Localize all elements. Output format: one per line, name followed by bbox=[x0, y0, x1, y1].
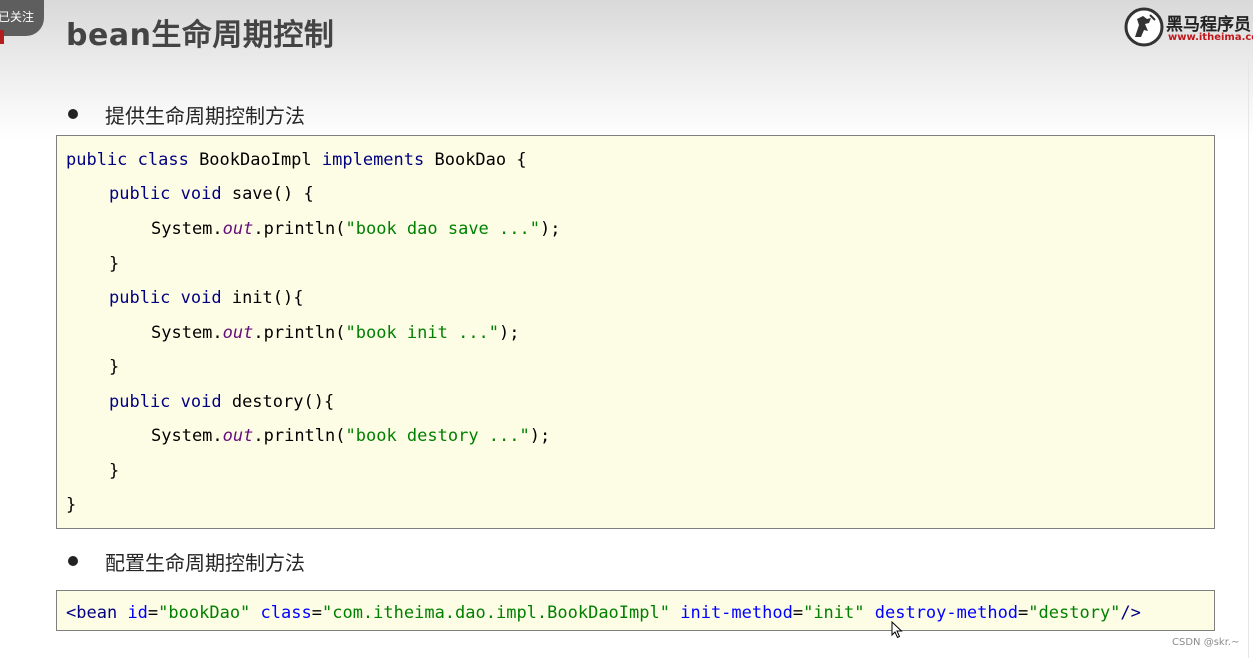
code-string: "book destory ..." bbox=[345, 426, 530, 446]
code-text: System. bbox=[151, 426, 223, 446]
red-tab-marker bbox=[0, 30, 4, 44]
code-line-close-brace: } bbox=[109, 254, 120, 274]
code-string: "book dao save ..." bbox=[345, 219, 540, 239]
java-code-block: public class BookDaoImpl implements Book… bbox=[56, 135, 1215, 529]
code-text: BookDaoImpl bbox=[188, 150, 322, 170]
bullet-provide-methods: 提供生命周期控制方法 bbox=[105, 104, 305, 128]
code-line-class-close: } bbox=[66, 495, 77, 515]
code-keyword: public void bbox=[109, 288, 222, 308]
xml-tag-close: /> bbox=[1120, 603, 1141, 623]
xml-config-block: <bean id="bookDao" class="com.itheima.da… bbox=[56, 590, 1215, 631]
code-text: .println( bbox=[253, 323, 346, 343]
code-field: out bbox=[222, 323, 254, 343]
xml-attr: class bbox=[260, 603, 312, 623]
xml-attr: init-method bbox=[680, 603, 793, 623]
follow-badge[interactable]: 已关注 bbox=[0, 0, 44, 36]
logo-url: www.itheima.com bbox=[1168, 32, 1253, 43]
code-text: BookDao { bbox=[424, 150, 527, 170]
code-line-close-brace: } bbox=[109, 357, 120, 377]
code-text: destory(){ bbox=[221, 392, 335, 412]
code-keyword: public void bbox=[109, 392, 222, 412]
itheima-logo: 黑马程序员 www.itheima.com bbox=[1124, 6, 1253, 48]
xml-value: "com.itheima.dao.impl.BookDaoImpl" bbox=[321, 603, 670, 623]
code-text: ); bbox=[499, 323, 520, 343]
code-text: System. bbox=[151, 219, 223, 239]
code-keyword: public void bbox=[109, 184, 222, 204]
xml-bean-line: <bean id="bookDao" class="com.itheima.da… bbox=[66, 603, 1141, 623]
xml-attr: id bbox=[127, 603, 148, 623]
bullet-configure-methods: 配置生命周期控制方法 bbox=[105, 551, 305, 575]
code-line-save-decl: public void save() { bbox=[109, 184, 314, 204]
itheima-horse-logo-icon bbox=[1124, 7, 1164, 47]
mouse-cursor-icon bbox=[891, 621, 903, 639]
code-field: out bbox=[222, 219, 254, 239]
code-line-close-brace: } bbox=[109, 461, 120, 481]
code-text: System. bbox=[151, 323, 223, 343]
xml-value: "destory" bbox=[1028, 603, 1121, 623]
xml-attr: destroy-method bbox=[874, 603, 1019, 623]
code-keyword: implements bbox=[321, 150, 425, 170]
scrollbar-edge bbox=[1248, 60, 1249, 658]
code-line-destory-body: System.out.println("book destory ..."); bbox=[151, 426, 550, 446]
page-title: bean生命周期控制 bbox=[66, 18, 335, 53]
code-text: .println( bbox=[253, 219, 346, 239]
code-text: init(){ bbox=[221, 288, 304, 308]
bullet-dot bbox=[68, 556, 78, 566]
code-text: .println( bbox=[253, 426, 346, 446]
xml-value: "init" bbox=[803, 603, 865, 623]
code-keyword: public class bbox=[66, 150, 189, 170]
code-line-save-body: System.out.println("book dao save ..."); bbox=[151, 219, 560, 239]
csdn-watermark: CSDN @skr.~ bbox=[1172, 637, 1240, 648]
code-text: ); bbox=[539, 219, 561, 239]
code-text: ); bbox=[529, 426, 551, 446]
bullet-dot bbox=[68, 109, 78, 119]
xml-tag-open: <bean bbox=[66, 603, 118, 623]
code-field: out bbox=[222, 426, 254, 446]
xml-value: "bookDao" bbox=[158, 603, 251, 623]
code-line-destory-decl: public void destory(){ bbox=[109, 392, 334, 412]
code-line-init-body: System.out.println("book init ..."); bbox=[151, 323, 520, 343]
code-string: "book init ..." bbox=[345, 323, 500, 343]
code-line-init-decl: public void init(){ bbox=[109, 288, 303, 308]
code-line-class-decl: public class BookDaoImpl implements Book… bbox=[66, 150, 527, 170]
code-text: save() { bbox=[221, 184, 314, 204]
